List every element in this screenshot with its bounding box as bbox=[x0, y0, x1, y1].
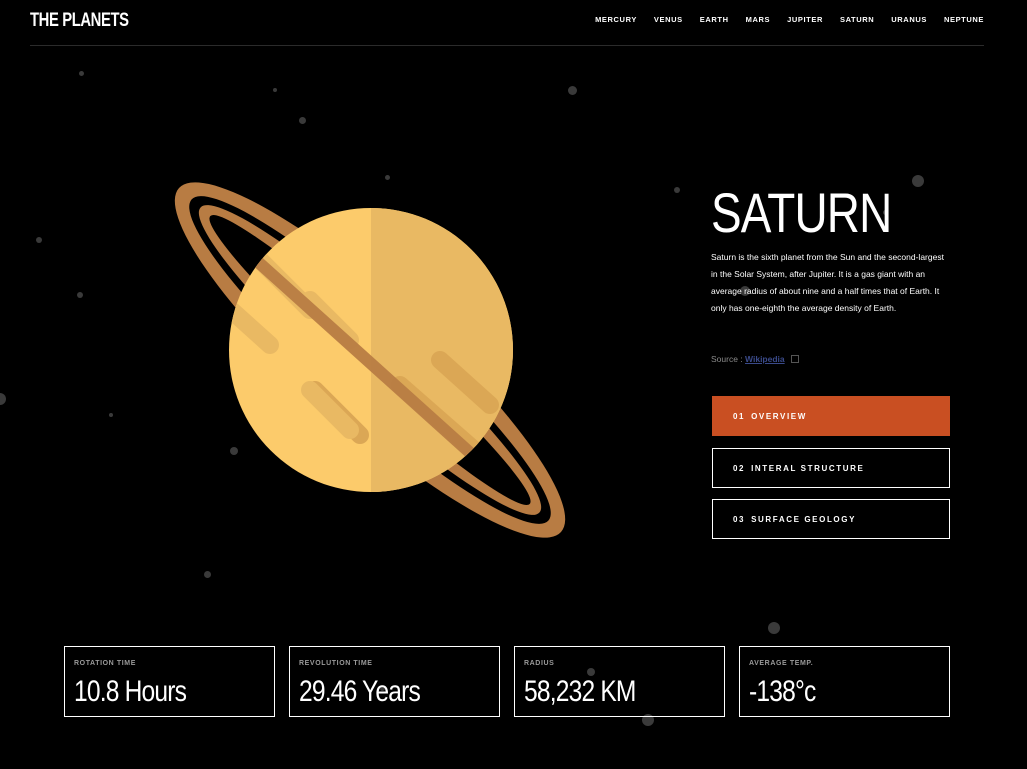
source-label: Source : bbox=[711, 354, 743, 364]
star bbox=[77, 292, 83, 298]
nav-link-uranus[interactable]: URANUS bbox=[891, 15, 927, 24]
stat-value: 10.8 Hours bbox=[74, 675, 187, 708]
source-line: Source : Wikipedia bbox=[711, 354, 800, 364]
planet-name: SATURN bbox=[711, 181, 892, 244]
star bbox=[0, 393, 6, 405]
nav-link-venus[interactable]: VENUS bbox=[654, 15, 683, 24]
star bbox=[204, 571, 211, 578]
tab-label: INTERAL STRUCTURE bbox=[751, 463, 865, 473]
star bbox=[568, 86, 577, 95]
source-link[interactable]: Wikipedia bbox=[745, 354, 785, 364]
tab-label: SURFACE GEOLOGY bbox=[751, 514, 857, 524]
stat-label: REVOLUTION TIME bbox=[299, 660, 373, 667]
external-link-icon[interactable] bbox=[791, 354, 800, 363]
star bbox=[36, 237, 42, 243]
stat-rotation-time: ROTATION TIME 10.8 Hours bbox=[64, 646, 275, 717]
star bbox=[109, 413, 113, 417]
nav-link-earth[interactable]: EARTH bbox=[700, 15, 729, 24]
stat-label: AVERAGE TEMP. bbox=[749, 660, 814, 667]
stat-value: 58,232 KM bbox=[524, 675, 636, 708]
star bbox=[79, 71, 84, 76]
site-logo[interactable]: THE PLANETS bbox=[30, 10, 129, 32]
nav-link-jupiter[interactable]: JUPITER bbox=[787, 15, 823, 24]
stat-average-temp: AVERAGE TEMP. -138°c bbox=[739, 646, 950, 717]
nav-link-mercury[interactable]: MERCURY bbox=[595, 15, 637, 24]
nav-link-mars[interactable]: MARS bbox=[746, 15, 770, 24]
stat-value: 29.46 Years bbox=[299, 675, 421, 708]
star bbox=[912, 175, 924, 187]
tab-number: 02 bbox=[733, 463, 746, 473]
stat-label: ROTATION TIME bbox=[74, 660, 136, 667]
tab-internal-structure[interactable]: 02 INTERAL STRUCTURE bbox=[712, 448, 950, 488]
tab-number: 03 bbox=[733, 514, 746, 524]
tab-label: OVERVIEW bbox=[751, 411, 807, 421]
page: THE PLANETS MERCURY VENUS EARTH MARS JUP… bbox=[0, 0, 1027, 769]
stat-label: RADIUS bbox=[524, 660, 555, 667]
nav-link-neptune[interactable]: NEPTUNE bbox=[944, 15, 984, 24]
main-nav: MERCURY VENUS EARTH MARS JUPITER SATURN … bbox=[595, 15, 984, 24]
star bbox=[674, 187, 680, 193]
star bbox=[273, 88, 277, 92]
tab-surface-geology[interactable]: 03 SURFACE GEOLOGY bbox=[712, 499, 950, 539]
stat-revolution-time: REVOLUTION TIME 29.46 Years bbox=[289, 646, 500, 717]
tab-overview[interactable]: 01 OVERVIEW bbox=[712, 396, 950, 436]
saturn-illustration bbox=[174, 182, 566, 538]
star bbox=[768, 622, 780, 634]
site-header: THE PLANETS MERCURY VENUS EARTH MARS JUP… bbox=[30, 0, 984, 46]
stat-radius: RADIUS 58,232 KM bbox=[514, 646, 725, 717]
nav-link-saturn[interactable]: SATURN bbox=[840, 15, 874, 24]
stat-value: -138°c bbox=[749, 675, 816, 708]
planet-description: Saturn is the sixth planet from the Sun … bbox=[711, 252, 944, 313]
tab-number: 01 bbox=[733, 411, 746, 421]
star bbox=[299, 117, 306, 124]
